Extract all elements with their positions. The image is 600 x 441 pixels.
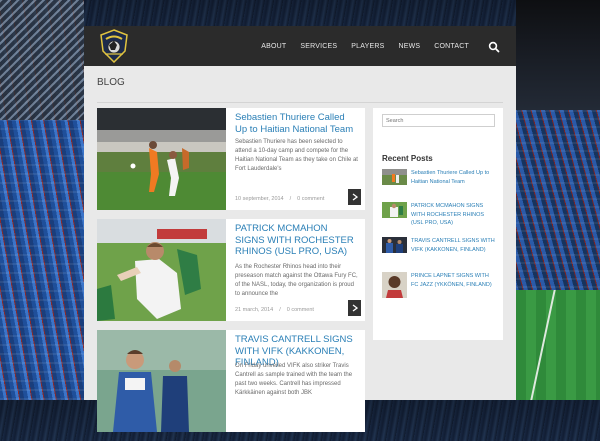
chevron-right-icon — [352, 304, 358, 312]
recent-post-title: TRAVIS CANTRELL SIGNS WITH VIFK (KAKKONE… — [411, 238, 495, 253]
post-comments[interactable]: 0 comment — [297, 196, 324, 202]
recent-post-thumbnail — [382, 202, 407, 218]
content-area: Sebastien Thuriere Called Up to Haitian … — [84, 26, 516, 432]
recent-posts-heading: Recent Posts — [382, 154, 433, 163]
stadium-roof — [0, 0, 84, 120]
post-thumbnail[interactable] — [97, 108, 226, 210]
post-date: 10 september, 2014 — [235, 196, 284, 202]
meta-separator: / — [289, 196, 292, 202]
post-thumbnail[interactable] — [97, 219, 226, 321]
recent-post-item[interactable]: PRINCE LAPNET SIGNS WITH FC JAZZ (YKKÖNE… — [382, 272, 497, 298]
post-excerpt: Sebastien Thuriere has been selected to … — [235, 139, 358, 172]
post-comments[interactable]: 0 comment — [287, 307, 314, 313]
chevron-right-icon — [352, 193, 358, 201]
post-date: 21 march, 2014 — [235, 307, 274, 313]
post-meta: 10 september, 2014 / 0 comment — [235, 196, 324, 202]
post-title[interactable]: PATRICK MCMAHON SIGNS WITH ROCHESTER RHI… — [235, 223, 359, 258]
post-meta: 21 march, 2014 / 0 comment — [235, 307, 314, 313]
post-title[interactable]: Sebastien Thuriere Called Up to Haitian … — [235, 112, 359, 135]
meta-separator: / — [279, 307, 281, 313]
recent-post-thumbnail — [382, 169, 407, 185]
post-excerpt: On Friday unveiled VIFK also striker Tra… — [235, 363, 353, 396]
night-sky — [516, 0, 600, 110]
post-list: Sebastien Thuriere Called Up to Haitian … — [97, 108, 365, 441]
recent-post-title: PRINCE LAPNET SIGNS WITH FC JAZZ (YKKÖNE… — [411, 273, 492, 288]
read-more-button[interactable] — [348, 300, 361, 316]
post-card: TRAVIS CANTRELL SIGNS WITH VIFK (KAKKONE… — [97, 330, 365, 432]
post-card: Sebastien Thuriere Called Up to Haitian … — [97, 108, 365, 210]
sidebar-search — [382, 114, 495, 127]
recent-post-item[interactable]: PATRICK MCMAHON SIGNS WITH ROCHESTER RHI… — [382, 202, 497, 228]
recent-post-title: Sebastien Thuriere Called Up to Haitian … — [411, 170, 490, 185]
stadium-background-left — [0, 0, 84, 400]
stadium-background-right — [516, 0, 600, 400]
recent-post-title: PATRICK MCMAHON SIGNS WITH ROCHESTER RHI… — [411, 203, 485, 226]
pitch — [516, 290, 600, 400]
post-excerpt: As the Rochester Rhinos head into their … — [235, 264, 358, 297]
read-more-button[interactable] — [348, 189, 361, 205]
sidebar: Recent Posts Sebastien Thuriere Called U… — [373, 108, 503, 340]
recent-post-thumbnail — [382, 272, 407, 298]
search-input[interactable] — [386, 115, 490, 126]
recent-post-thumbnail — [382, 237, 407, 253]
post-thumbnail[interactable] — [97, 330, 226, 432]
recent-post-item[interactable]: TRAVIS CANTRELL SIGNS WITH VIFK (KAKKONE… — [382, 237, 497, 263]
recent-post-item[interactable]: Sebastien Thuriere Called Up to Haitian … — [382, 169, 497, 189]
post-card: PATRICK MCMAHON SIGNS WITH ROCHESTER RHI… — [97, 219, 365, 321]
